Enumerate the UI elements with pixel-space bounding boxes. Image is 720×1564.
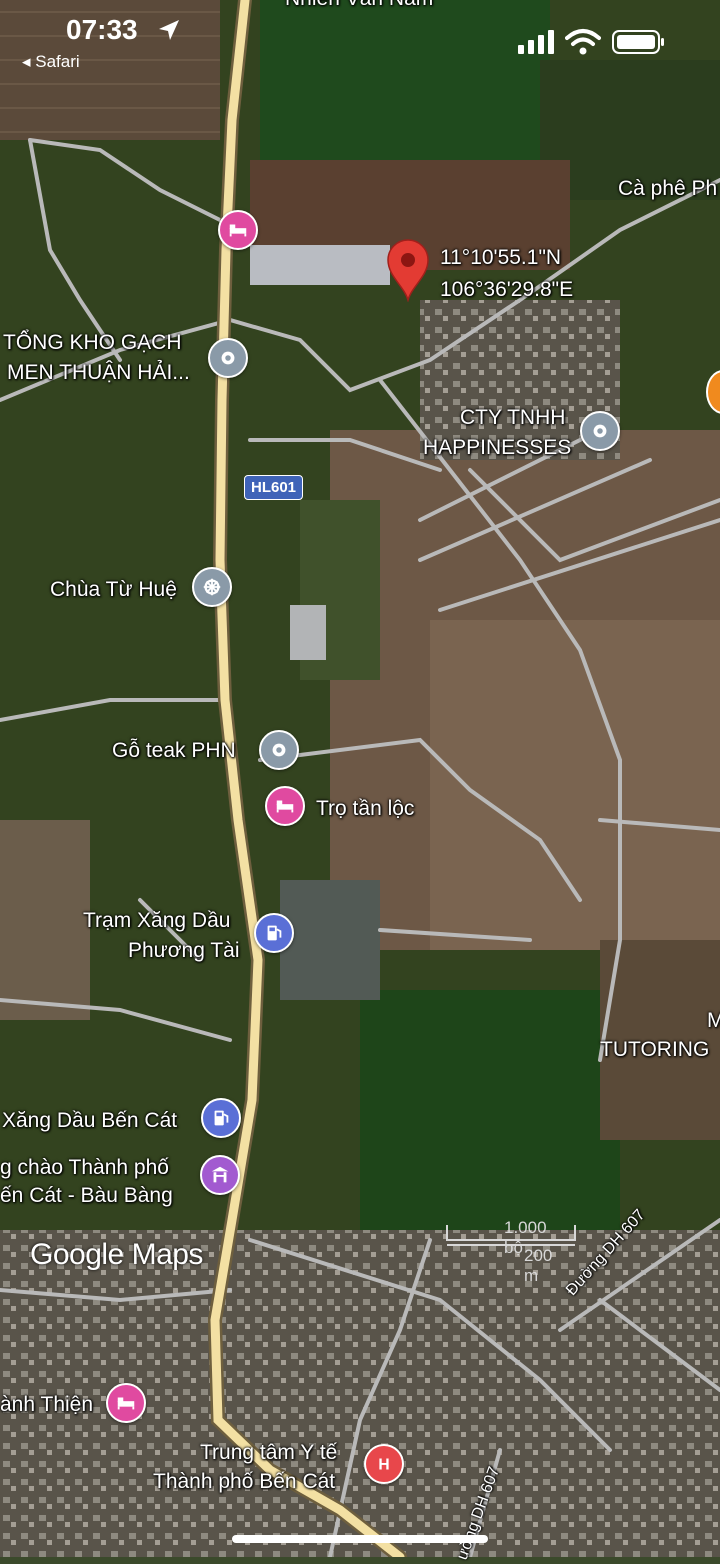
teak-pin[interactable]	[259, 730, 299, 770]
gas-station-1-pin[interactable]	[254, 913, 294, 953]
place-icon	[272, 743, 286, 757]
location-arrow-icon	[157, 18, 181, 47]
gas-station-2-label[interactable]: Xăng Dầu Bến Cát	[2, 1108, 177, 1133]
city-gate-label-line1[interactable]: g chào Thành phố	[0, 1155, 169, 1180]
tutoring-label-m[interactable]: M	[707, 1008, 720, 1033]
fuel-pump-icon	[214, 1110, 229, 1126]
hotel-pin-top[interactable]	[218, 210, 258, 250]
hospital-label-line1[interactable]: Trung tâm Y tế	[200, 1440, 337, 1465]
tutoring-label[interactable]: TUTORING	[600, 1037, 709, 1062]
dharma-wheel-icon	[203, 578, 221, 596]
bed-icon	[229, 224, 247, 237]
back-to-safari-link[interactable]: ◂ Safari	[22, 52, 80, 72]
place-icon	[593, 424, 607, 438]
gas-station-1-label-line2[interactable]: Phương Tài	[128, 938, 240, 963]
bed-icon	[276, 800, 294, 813]
warehouse-label-line1[interactable]: TỔNG KHO GẠCH	[3, 330, 182, 355]
bed-icon	[117, 1397, 135, 1410]
place-icon	[221, 351, 235, 365]
google-maps-logo: Google Maps	[30, 1238, 203, 1271]
home-indicator[interactable]	[232, 1535, 488, 1543]
hospital-label-line2[interactable]: Thành phố Bến Cát	[153, 1469, 335, 1494]
battery-icon	[612, 30, 666, 59]
gas-station-2-pin[interactable]	[201, 1098, 241, 1138]
cafe-label[interactable]: Cà phê Ph	[618, 176, 717, 201]
marker-latitude: 11°10'55.1"N	[440, 246, 562, 269]
pagoda-pin[interactable]	[192, 567, 232, 607]
map-canvas[interactable]	[0, 0, 720, 1557]
hospital-pin[interactable]: H	[364, 1444, 404, 1484]
warehouse-pin[interactable]	[208, 338, 248, 378]
status-bar: 07:33 ◂ Safari	[0, 0, 720, 80]
hotel-pin-bottom[interactable]	[106, 1383, 146, 1423]
motel-label[interactable]: Trọ tần lộc	[316, 796, 414, 821]
hospital-icon: H	[378, 1457, 389, 1474]
signal-icon	[518, 30, 556, 59]
marker-longitude: 106°36'29.8"E	[440, 278, 574, 301]
clock-time: 07:33	[66, 14, 138, 45]
warehouse-label-line2[interactable]: MEN THUẬN HẢI...	[7, 360, 190, 385]
company-pin[interactable]	[580, 411, 620, 451]
location-marker-icon[interactable]	[386, 238, 430, 307]
teak-label[interactable]: Gỗ teak PHN	[112, 738, 236, 763]
city-gate-pin[interactable]	[200, 1155, 240, 1195]
thien-label[interactable]: ành Thiện	[0, 1392, 93, 1417]
gas-station-1-label-line1[interactable]: Trạm Xăng Dầu	[83, 908, 230, 933]
svg-text:H: H	[378, 1457, 389, 1474]
company-label-line1[interactable]: CTY TNHH	[460, 405, 565, 430]
fuel-pump-icon	[267, 925, 282, 941]
landmark-gate-icon	[211, 1166, 229, 1183]
road-label-top: Nhiễn Văn Nam	[285, 0, 433, 11]
road-shield-hl601: HL601	[244, 475, 304, 500]
wifi-icon	[565, 28, 601, 61]
motel-pin[interactable]	[265, 786, 305, 826]
company-label-line2[interactable]: HAPPINESSES	[423, 435, 571, 460]
pagoda-label[interactable]: Chùa Từ Huệ	[50, 577, 177, 602]
scale-meters: 200 m	[524, 1246, 553, 1285]
city-gate-label-line2[interactable]: ến Cát - Bàu Bàng	[0, 1183, 173, 1208]
